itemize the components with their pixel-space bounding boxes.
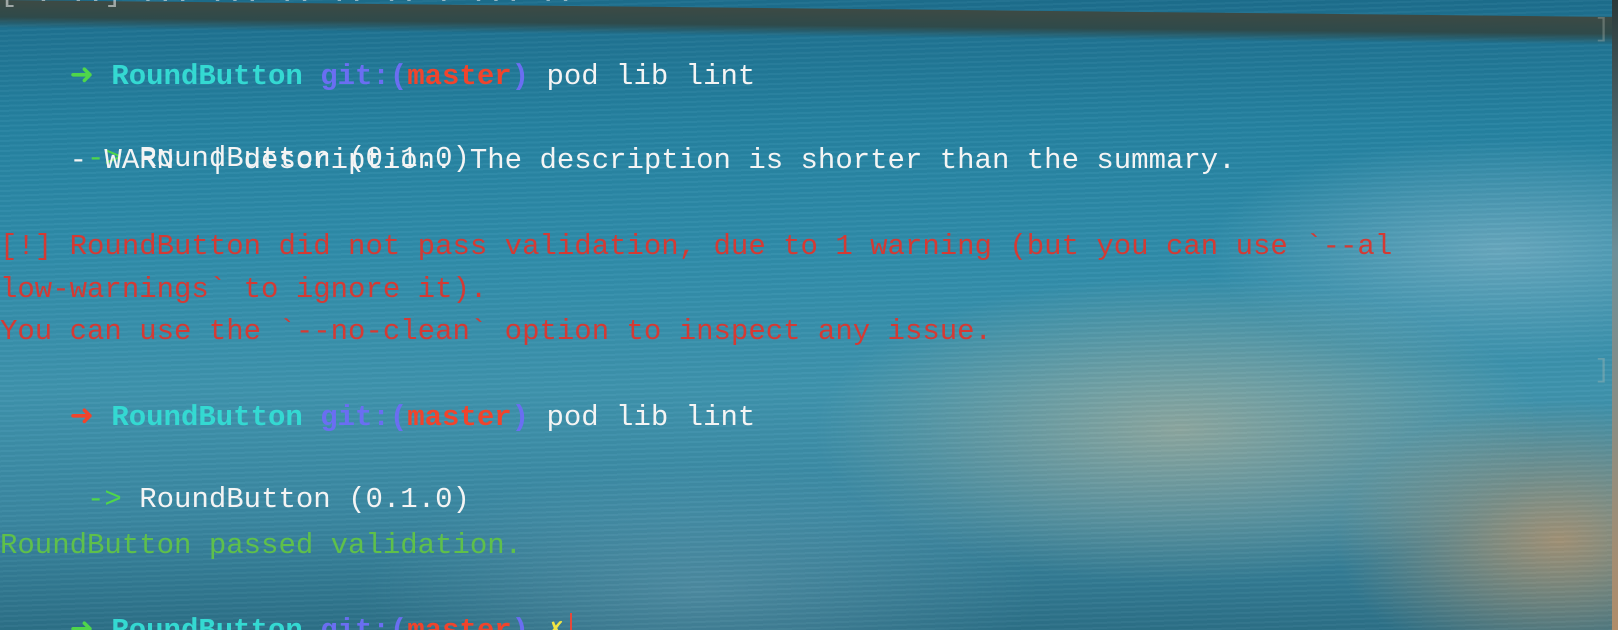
terminal-output[interactable]: [ . ..] ... ... .. .. .. . ... .. ➜ Roun… (0, 0, 1618, 630)
lint-arrow: -> (69, 483, 122, 516)
prompt-directory: RoundButton (111, 401, 303, 434)
command-text: pod lib lint (529, 401, 756, 434)
prompt-line-current[interactable]: ➜ RoundButton git:(master) ✗ (0, 568, 572, 630)
lint-pod-name: RoundButton (0.1.0) (121, 483, 470, 516)
prompt-success-arrow-icon: ➜ (69, 57, 94, 91)
scroll-bracket-mark: ] (1594, 14, 1610, 44)
validation-error-line-3: You can use the `--no-clean` option to i… (0, 315, 992, 348)
prompt-paren-close: ) (511, 60, 530, 93)
prompt-branch: master (407, 60, 512, 93)
command-text: pod lib lint (529, 60, 756, 93)
validation-error-line-2: low-warnings` to ignore it). (0, 273, 488, 306)
prompt-git-label: git: (320, 614, 390, 630)
validation-success-line: RoundButton passed validation. (0, 529, 523, 562)
prompt-line-1: ➜ RoundButton git:(master) pod lib lint (0, 14, 756, 93)
prompt-paren-open: ( (390, 614, 407, 630)
prompt-line-2: ➜ RoundButton git:(master) pod lib lint (0, 355, 756, 434)
prompt-error-arrow-icon: ➜ (69, 398, 94, 432)
lint-pod-line-1: -> RoundButton (0.1.0) (0, 99, 470, 175)
scroll-bracket-mark: ] (1594, 355, 1610, 385)
prompt-paren-close: ) (512, 614, 529, 630)
prompt-branch: master (407, 614, 511, 630)
prompt-paren-open: ( (389, 60, 408, 93)
prompt-git-label: git: (320, 60, 390, 93)
lint-pod-line-2: -> RoundButton (0.1.0) (0, 440, 470, 516)
prompt-directory: RoundButton (111, 614, 302, 630)
prompt-git-label: git: (320, 401, 390, 434)
terminal-partial-line: [ . ..] ... ... .. .. .. . ... .. (0, 0, 574, 14)
git-dirty-icon: ✗ (546, 614, 563, 630)
lint-warning-line: - WARN | description: The description is… (0, 144, 1236, 177)
validation-error-line-1: [!] RoundButton did not pass validation,… (0, 230, 1393, 263)
prompt-directory: RoundButton (111, 60, 303, 93)
prompt-paren-close: ) (511, 401, 530, 434)
prompt-paren-open: ( (389, 401, 408, 434)
prompt-success-arrow-icon: ➜ (69, 611, 94, 630)
prompt-branch: master (407, 401, 512, 434)
text-cursor[interactable] (569, 613, 572, 630)
